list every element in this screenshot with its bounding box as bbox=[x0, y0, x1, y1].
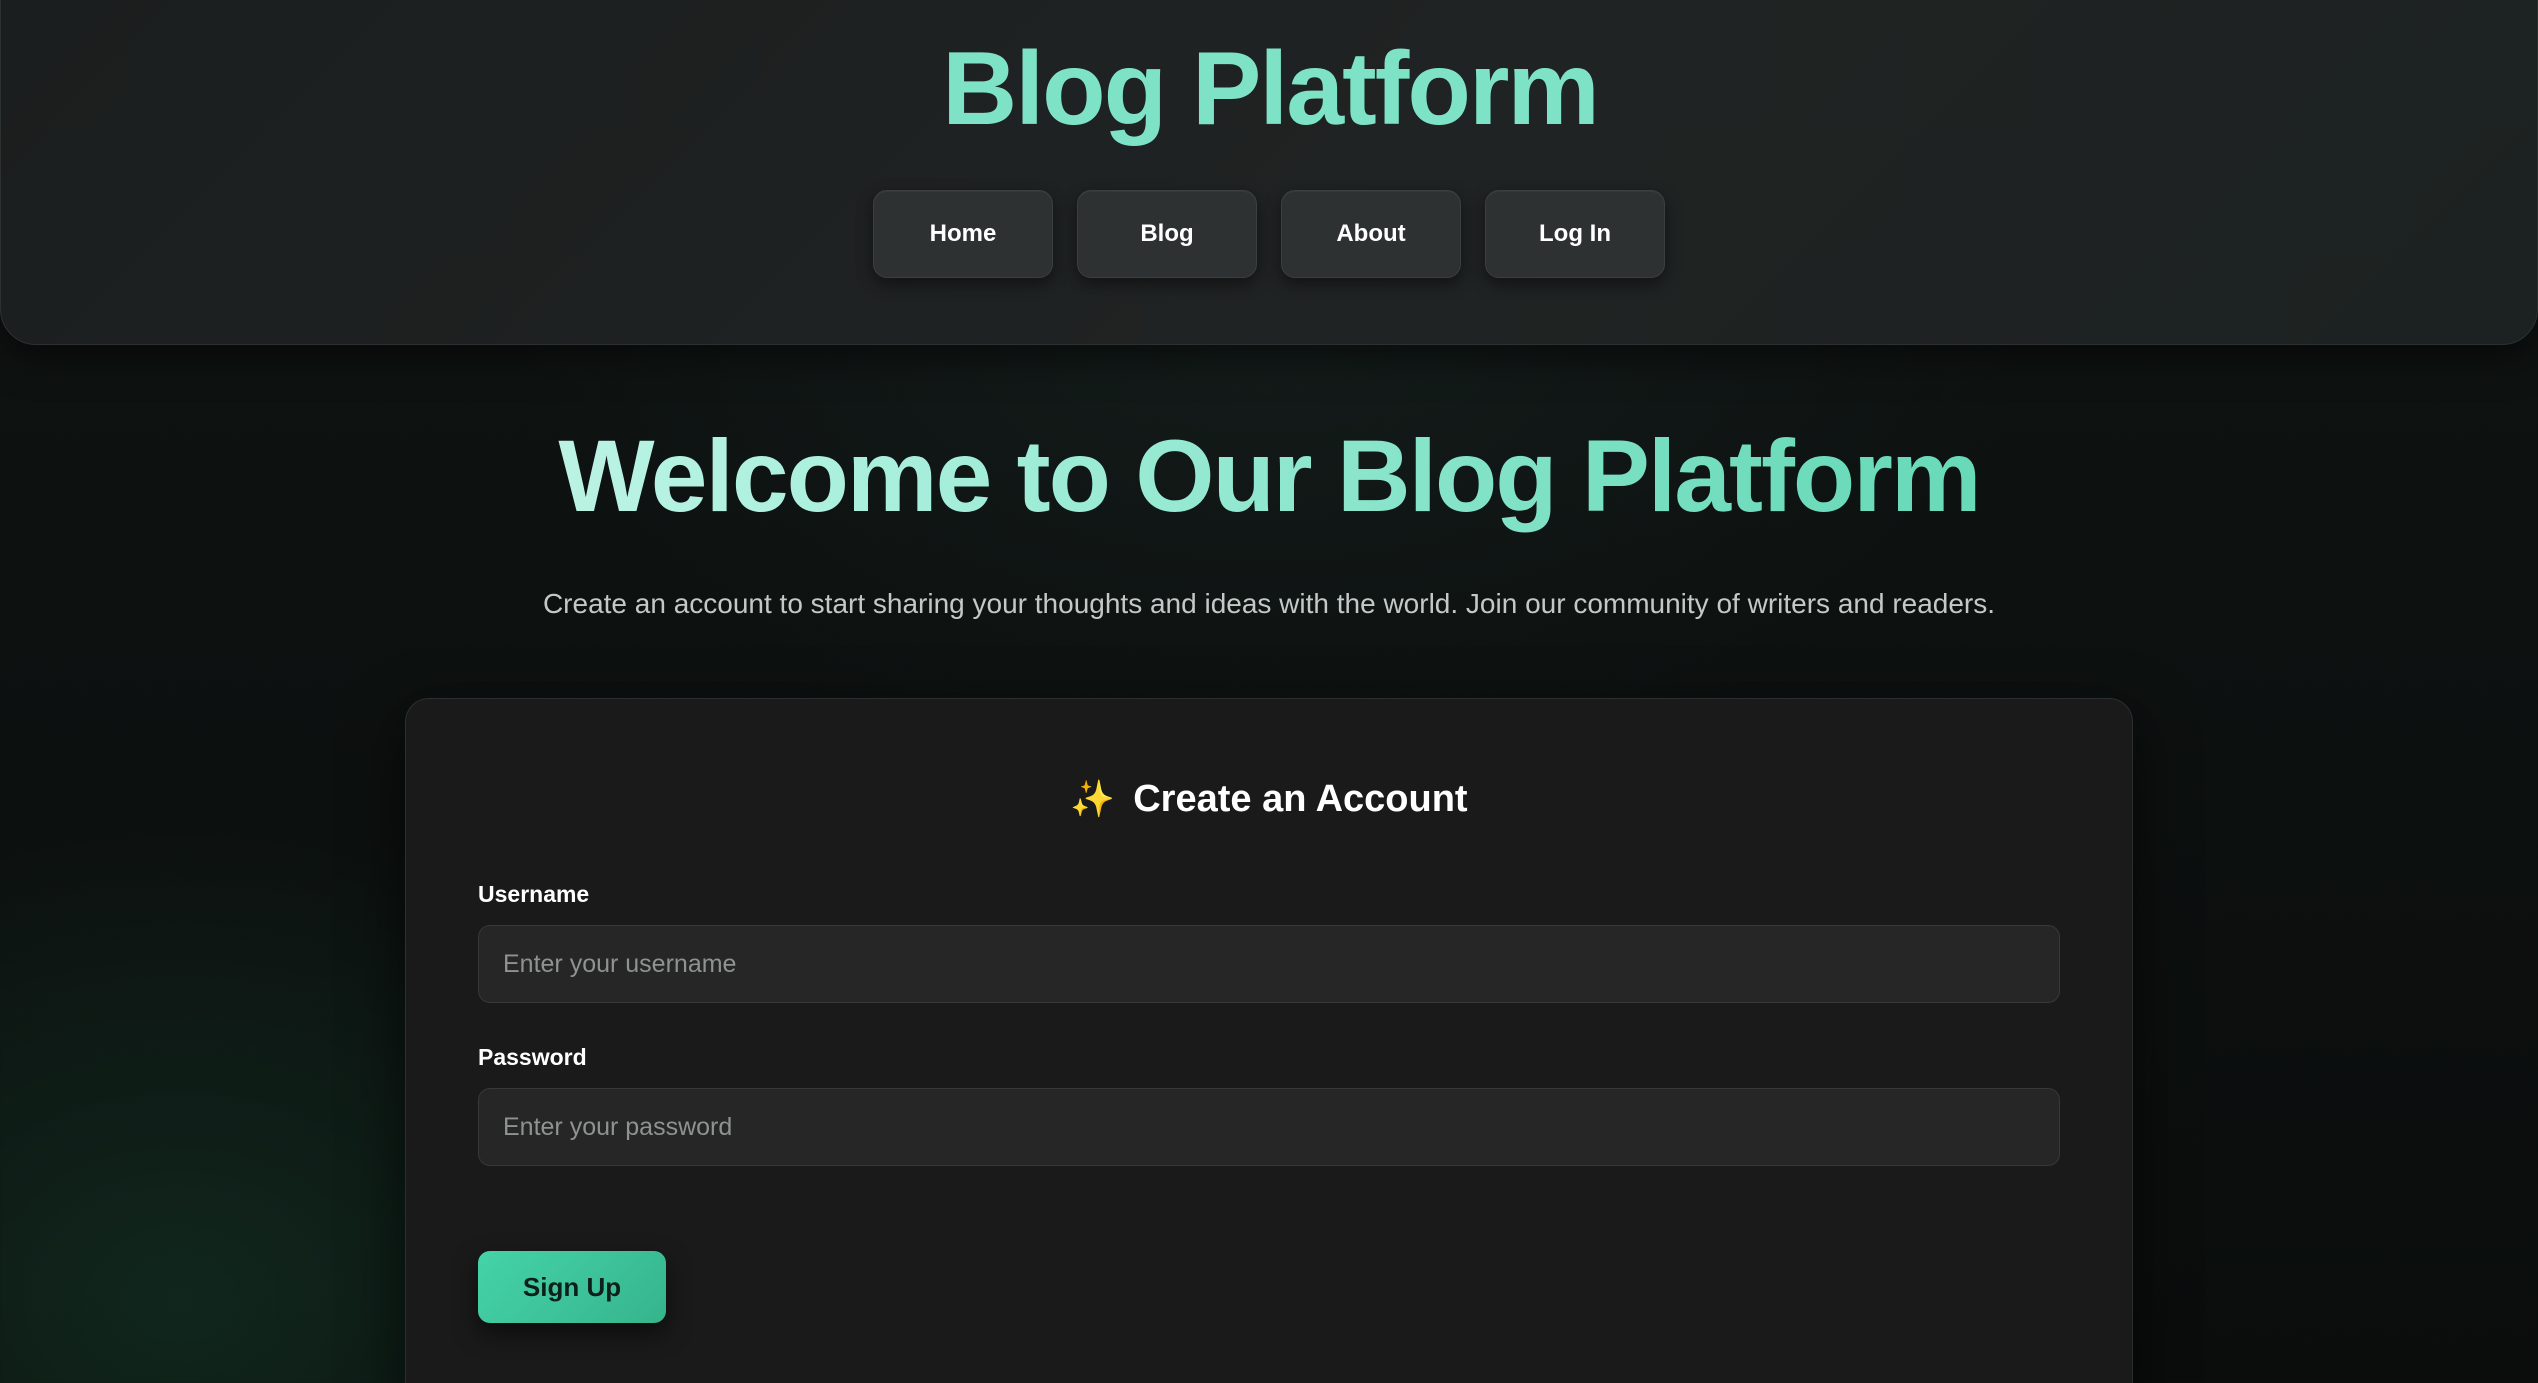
password-label: Password bbox=[478, 1044, 587, 1070]
site-title[interactable]: Blog Platform bbox=[1, 29, 2538, 149]
password-input[interactable] bbox=[478, 1088, 2060, 1166]
nav-about-button[interactable]: About bbox=[1281, 190, 1461, 278]
signup-heading: ✨ Create an Account bbox=[406, 775, 2132, 823]
nav-blog-button[interactable]: Blog bbox=[1077, 190, 1257, 278]
username-label: Username bbox=[478, 881, 590, 907]
signup-heading-text: Create an Account bbox=[1133, 778, 1468, 820]
signup-card: ✨ Create an Account Username Password Si… bbox=[405, 698, 2133, 1383]
site-header: Blog Platform Home Blog About Log In bbox=[0, 0, 2538, 345]
signup-button[interactable]: Sign Up bbox=[478, 1251, 666, 1323]
main-nav: Home Blog About Log In bbox=[873, 190, 1665, 278]
nav-home-button[interactable]: Home bbox=[873, 190, 1053, 278]
hero-subtitle: Create an account to start sharing your … bbox=[542, 588, 1996, 619]
nav-login-button[interactable]: Log In bbox=[1485, 190, 1665, 278]
sparkle-icon: ✨ bbox=[1070, 778, 1116, 819]
hero-title: Welcome to Our Blog Platform bbox=[0, 416, 2538, 536]
username-input[interactable] bbox=[478, 925, 2060, 1003]
